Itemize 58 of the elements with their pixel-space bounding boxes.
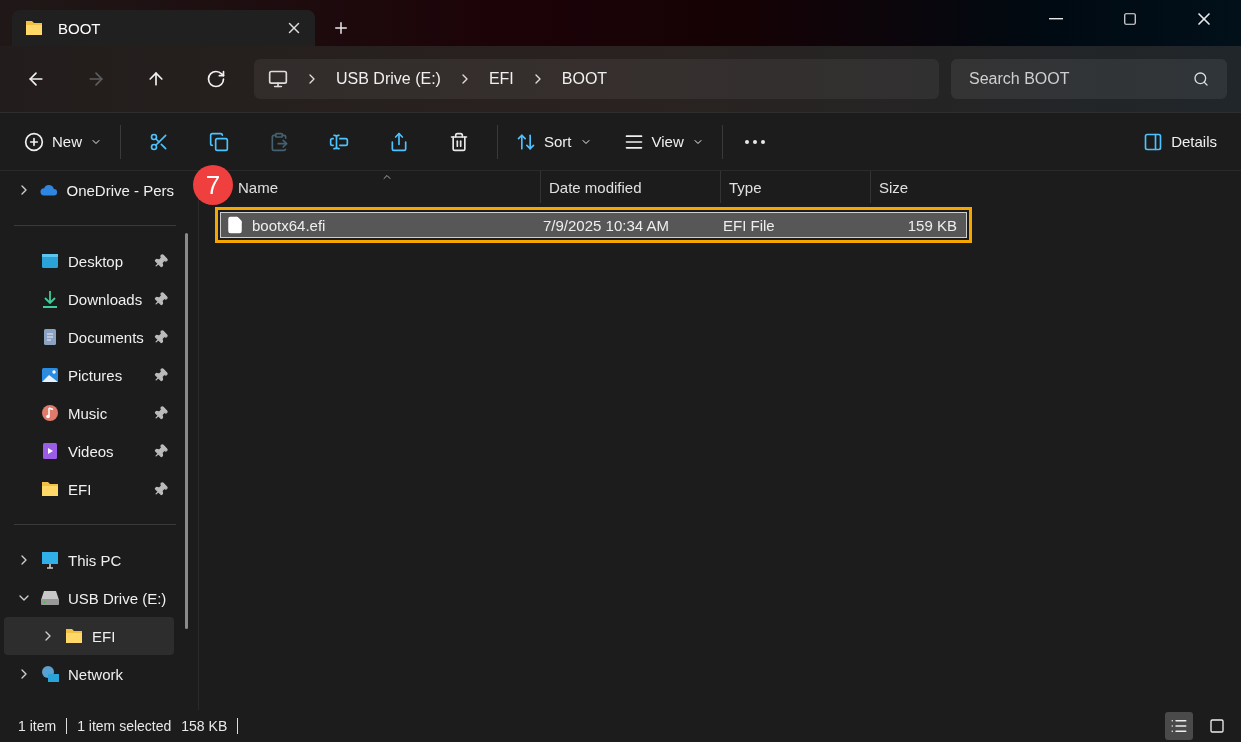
nav-item[interactable]: Desktop	[4, 242, 174, 280]
column-header[interactable]: Type	[720, 171, 870, 203]
video-icon	[40, 441, 60, 461]
new-button[interactable]: New	[14, 123, 112, 160]
selection-size: 158 KB	[181, 718, 228, 734]
minimize-icon	[1049, 18, 1063, 20]
nav-item[interactable]: Downloads	[4, 280, 174, 318]
details-view-button[interactable]	[1165, 712, 1193, 740]
breadcrumb-item[interactable]: BOOT	[561, 70, 608, 88]
maximize-icon	[1123, 12, 1137, 26]
details-button[interactable]: Details	[1133, 123, 1227, 160]
nav-item[interactable]: USB Drive (E:)	[4, 579, 174, 617]
plus-icon	[24, 131, 44, 152]
size-cell-text: 159 KB	[906, 215, 958, 236]
desktop-icon	[40, 251, 60, 271]
nav-item[interactable]: Documents	[4, 318, 174, 356]
nav-item[interactable]: This PC	[4, 541, 174, 579]
folder-icon	[64, 626, 84, 646]
column-header[interactable]: Date modified	[540, 171, 720, 203]
folder-icon	[40, 479, 60, 499]
music-icon	[40, 403, 60, 423]
folder-icon	[24, 18, 44, 38]
date-cell-text: 7/9/2025 10:34 AM	[542, 215, 670, 236]
nav-item[interactable]: EFI	[4, 617, 174, 655]
type-cell-text: EFI File	[722, 215, 776, 236]
monitor-icon[interactable]	[268, 69, 288, 89]
square-icon	[1209, 718, 1225, 734]
plus-icon	[332, 19, 350, 37]
panel-icon	[1143, 131, 1164, 152]
network-icon	[40, 664, 60, 684]
nav-item[interactable]: EFI	[4, 470, 174, 508]
list-icon	[1170, 717, 1188, 735]
nav-item[interactable]: OneDrive - Pers	[4, 171, 174, 209]
selection-info: 1 item selected	[77, 718, 172, 734]
sort-button[interactable]: Sort	[506, 123, 602, 160]
nav-item[interactable]: Videos	[4, 432, 174, 470]
nav-item[interactable]: Pictures	[4, 356, 174, 394]
breadcrumb-item[interactable]: USB Drive (E:)	[336, 70, 441, 88]
picture-icon	[40, 365, 60, 385]
file-icon	[226, 216, 244, 234]
drive-icon	[40, 588, 60, 608]
nav-item[interactable]: Music	[4, 394, 174, 432]
breadcrumb-item[interactable]: EFI	[488, 70, 514, 88]
file-name: bootx64.efi	[252, 216, 326, 234]
item-count: 1 item	[18, 718, 57, 734]
column-header[interactable]: Name	[235, 171, 540, 203]
step-badge: 7	[193, 165, 233, 205]
view-button[interactable]: View	[613, 123, 714, 160]
column-header[interactable]: Size	[870, 171, 970, 203]
monitor-icon	[40, 550, 60, 570]
download-icon	[40, 289, 60, 309]
nav-item[interactable]: Network	[4, 655, 174, 693]
more-icon	[744, 139, 765, 144]
scrollbar-thumb[interactable]	[185, 233, 188, 629]
file-row[interactable]: bootx64.efi 7/9/2025 10:34 AM EFI File 159 KB	[215, 207, 972, 243]
address-bar[interactable]: USB Drive (E:) EFI BOOT	[254, 59, 939, 99]
tab[interactable]: BOOT	[12, 10, 315, 46]
search-icon	[1193, 71, 1209, 87]
